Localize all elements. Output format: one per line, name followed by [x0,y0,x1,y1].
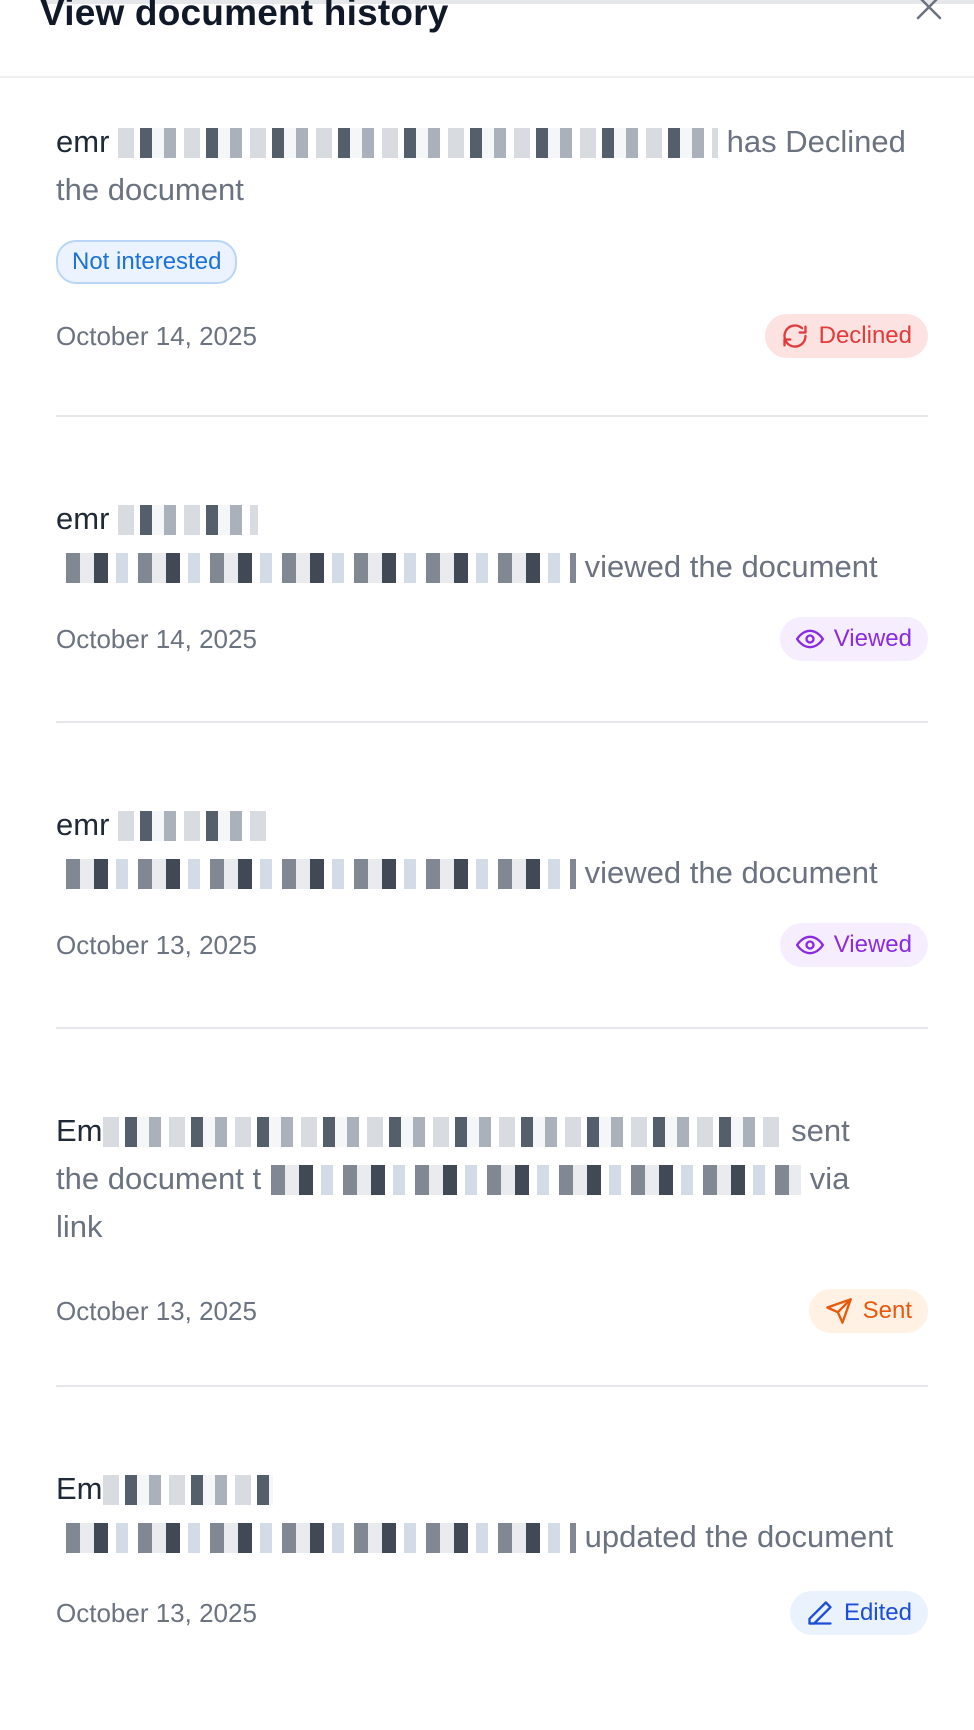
history-list: emr has Declined the document Not intere… [56,78,928,1727]
redacted-recipient [261,1165,802,1195]
entry-date: October 14, 2025 [56,623,257,654]
modal-title: View document history [40,0,449,33]
redacted-name [118,811,269,841]
entry-date: October 13, 2025 [56,929,257,960]
entry-action: viewed the document [584,855,878,890]
entry-action-to: the document t [56,1161,262,1196]
entry-description: emr has Declined the document [56,118,928,214]
redacted-name [102,1475,273,1505]
entry-description: Em updated the document [56,1465,928,1561]
history-entry: emr viewed the document October 13, 2025… [56,723,928,1029]
entry-date: October 13, 2025 [56,1597,257,1628]
entry-description: emr viewed the document [56,801,928,897]
entry-actor: Em [56,1471,103,1506]
entry-action-sent: sent [791,1113,850,1148]
decline-reason-tag: Not interested [56,240,238,284]
redacted-email [56,1523,576,1553]
status-badge-declined: Declined [764,314,928,358]
modal-header: View document history [0,0,974,78]
pencil-icon [808,1601,832,1625]
status-badge-viewed: Viewed [779,923,928,967]
entry-action: viewed the document [584,549,878,584]
status-label: Declined [818,322,912,349]
redacted-name [102,1117,783,1147]
declined-refresh-icon [782,324,807,348]
status-label: Viewed [833,931,912,958]
status-badge-edited: Edited [789,1591,928,1635]
history-entry: Em updated the document October 13, 2025… [56,1387,928,1727]
entry-action: updated the document [584,1519,894,1554]
send-icon [825,1298,852,1324]
close-button[interactable] [912,0,946,24]
close-icon [916,0,942,20]
eye-icon [795,629,824,649]
status-badge-viewed: Viewed [779,617,928,661]
entry-description: Em sent the document t via link [56,1107,928,1251]
status-label: Edited [843,1599,912,1626]
history-entry: emr has Declined the document Not intere… [56,78,928,417]
entry-actor: emr [56,501,110,536]
status-badge-sent: Sent [808,1289,928,1333]
entry-action-via: via [809,1161,850,1196]
redacted-name [118,505,259,535]
entry-date: October 14, 2025 [56,320,257,351]
entry-actor: emr [56,807,110,842]
entry-action-link: link [56,1209,103,1244]
status-label: Sent [862,1297,912,1324]
status-label: Viewed [833,625,912,652]
history-entry: Em sent the document t via link October … [56,1029,928,1387]
redacted-email [56,553,576,583]
entry-actor: emr [56,124,110,159]
history-entry: emr viewed the document October 14, 2025… [56,417,928,723]
redacted-name [118,128,719,158]
entry-actor: Em [56,1113,103,1148]
entry-date: October 13, 2025 [56,1295,257,1326]
eye-icon [795,935,824,955]
redacted-email [56,859,576,889]
entry-description: emr viewed the document [56,495,928,591]
